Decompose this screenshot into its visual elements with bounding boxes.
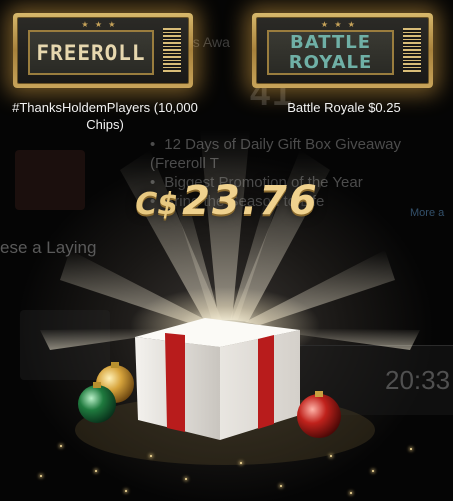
gift-ribbon-left — [165, 333, 185, 432]
ornament-cap — [315, 391, 323, 397]
gift-box-illustration — [75, 318, 375, 465]
gift-ribbon-right — [258, 335, 274, 429]
red-ornament — [297, 394, 341, 438]
green-ornament — [78, 385, 116, 423]
ornament-cap — [111, 362, 119, 368]
ornament-cap — [93, 382, 101, 388]
gift-reveal-stage: xes Awa 41 12 Days of Daily Gift Box Giv… — [0, 0, 453, 501]
